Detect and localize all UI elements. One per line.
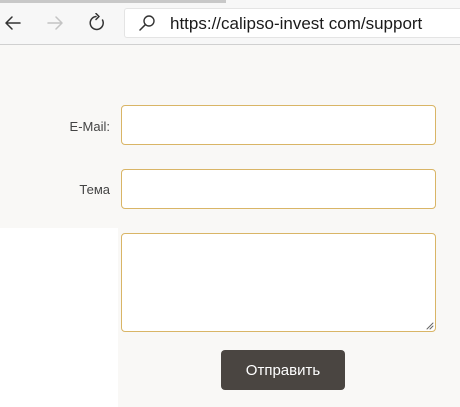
submit-button[interactable]: Отправить bbox=[221, 350, 345, 390]
arrow-right-icon bbox=[47, 16, 63, 30]
address-bar[interactable]: https://calipso-invest com/support bbox=[124, 8, 460, 38]
email-label: E-Mail: bbox=[69, 119, 110, 134]
browser-toolbar: https://calipso-invest com/support bbox=[0, 0, 460, 45]
email-field[interactable] bbox=[121, 105, 436, 145]
reload-icon bbox=[89, 13, 104, 31]
search-icon bbox=[139, 15, 155, 31]
back-button[interactable] bbox=[0, 10, 26, 36]
support-page: E-Mail: Тема Отправить bbox=[0, 45, 460, 407]
subject-field[interactable] bbox=[121, 169, 436, 209]
loading-progress-bar bbox=[0, 0, 226, 3]
url-text: https://calipso-invest com/support bbox=[170, 14, 423, 33]
arrow-left-icon bbox=[5, 16, 21, 30]
forward-button[interactable] bbox=[42, 10, 68, 36]
subject-label: Тема bbox=[79, 182, 110, 197]
reload-button[interactable] bbox=[84, 10, 110, 36]
message-field[interactable] bbox=[121, 233, 436, 332]
resize-grip-icon[interactable] bbox=[424, 320, 434, 330]
